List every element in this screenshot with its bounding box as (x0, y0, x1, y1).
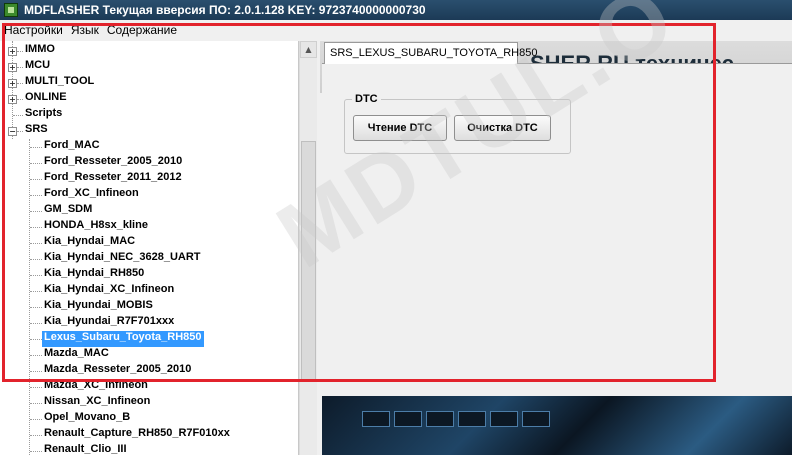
tree-item[interactable]: Ford_Resseter_2011_2012 (44, 171, 182, 187)
tree-line (30, 307, 42, 308)
keyboard-key-graphic (362, 411, 390, 427)
tree-line (30, 227, 42, 228)
expand-plus-icon[interactable]: + (8, 47, 17, 56)
tree-line (30, 211, 42, 212)
tree-item[interactable]: GM_SDM (44, 203, 92, 219)
tree-line (17, 83, 23, 84)
scroll-up-icon[interactable]: ▲ (300, 41, 317, 58)
tree-line (30, 435, 42, 436)
tree-line (30, 339, 42, 340)
tree-line (30, 387, 42, 388)
tree-item[interactable]: Mazda_Resseter_2005_2010 (44, 363, 191, 379)
tree-line (30, 147, 42, 148)
keyboard-key-graphic (458, 411, 486, 427)
tree-line (30, 451, 42, 452)
tree-line (30, 419, 42, 420)
tree-item[interactable]: Ford_Resseter_2005_2010 (44, 155, 182, 171)
tree-item-scripts[interactable]: Scripts (25, 107, 62, 123)
tree-item[interactable]: HONDA_H8sx_kline (44, 219, 148, 235)
tree-line (29, 139, 30, 455)
menu-language[interactable]: Язык (67, 23, 103, 37)
tree-item-immo[interactable]: IMMO (25, 43, 55, 59)
expand-plus-icon[interactable]: + (8, 63, 17, 72)
clear-dtc-button[interactable]: Очистка DTC (454, 115, 551, 141)
keyboard-key-graphic (490, 411, 518, 427)
tree-line (30, 243, 42, 244)
tree-line (30, 323, 42, 324)
tree-item[interactable]: Opel_Movano_B (44, 411, 130, 427)
app-icon (4, 3, 18, 17)
scroll-thumb[interactable] (301, 141, 316, 381)
tree-item[interactable]: Mazda_MAC (44, 347, 109, 363)
expand-plus-icon[interactable]: + (8, 95, 17, 104)
collapse-minus-icon[interactable]: − (8, 127, 17, 136)
tree-line (17, 99, 23, 100)
tree-item[interactable]: Mazda_XC_Infineon (44, 379, 148, 395)
tree-item-online[interactable]: ONLINE (25, 91, 67, 107)
tree-line (30, 371, 42, 372)
read-dtc-button[interactable]: Чтение DTC (353, 115, 447, 141)
title-bar: MDFLASHER Текущая вверсия ПО: 2.0.1.128 … (0, 0, 792, 20)
tree-line (13, 115, 23, 116)
keyboard-key-graphic (426, 411, 454, 427)
tree-item[interactable]: Kia_Hyndai_RH850 (44, 267, 144, 283)
keyboard-key-graphic (394, 411, 422, 427)
tree-item[interactable]: Renault_Capture_RH850_R7F010xx (44, 427, 230, 443)
tab-srs-lexus[interactable]: SRS_LEXUS_SUBARU_TOYOTA_RH850 (324, 42, 537, 64)
tree-item[interactable]: Renault_Clio_III (44, 443, 127, 455)
tree-item[interactable]: Ford_XC_Infineon (44, 187, 139, 203)
tree-line (30, 403, 42, 404)
menu-settings[interactable]: Настройки (0, 23, 67, 37)
dtc-group-label: DTC (352, 93, 381, 105)
tree-item[interactable]: Kia_Hyndai_XC_Infineon (44, 283, 174, 299)
tree-item-multi-tool[interactable]: MULTI_TOOL (25, 75, 94, 91)
tree-item-srs[interactable]: SRS (25, 123, 48, 139)
tree-line (17, 131, 23, 132)
tree-item[interactable]: Kia_Hyndai_NEC_3628_UART (44, 251, 201, 267)
tree-line (30, 163, 42, 164)
tree-item[interactable]: Kia_Hyndai_MAC (44, 235, 135, 251)
tree-scrollbar[interactable]: ▲ (299, 41, 317, 455)
tree-line (17, 51, 23, 52)
banner-image-bottom (322, 396, 792, 455)
menu-bar: Настройки Язык Содержание (0, 20, 792, 40)
tree-line (30, 291, 42, 292)
tree-line (30, 275, 42, 276)
tree-item-selected[interactable]: Lexus_Subaru_Toyota_RH850 (42, 331, 204, 347)
tree-item[interactable]: Ford_MAC (44, 139, 100, 155)
tree-line (17, 67, 23, 68)
menu-contents[interactable]: Содержание (103, 23, 181, 37)
tree-item-mcu[interactable]: MCU (25, 59, 50, 75)
keyboard-key-graphic (522, 411, 550, 427)
module-tree[interactable]: + IMMO + MCU + MULTI_TOOL + ONLINE Scrip… (0, 41, 299, 455)
tree-item[interactable]: Kia_Hyundai_MOBIS (44, 299, 153, 315)
expand-plus-icon[interactable]: + (8, 79, 17, 88)
tree-line (30, 355, 42, 356)
window-title: MDFLASHER Текущая вверсия ПО: 2.0.1.128 … (24, 3, 426, 17)
tree-line (30, 179, 42, 180)
tree-item[interactable]: Nissan_XC_Infineon (44, 395, 150, 411)
tree-item[interactable]: Kia_Hyundai_R7F701xxx (44, 315, 174, 331)
tree-line (30, 195, 42, 196)
tree-line (30, 259, 42, 260)
